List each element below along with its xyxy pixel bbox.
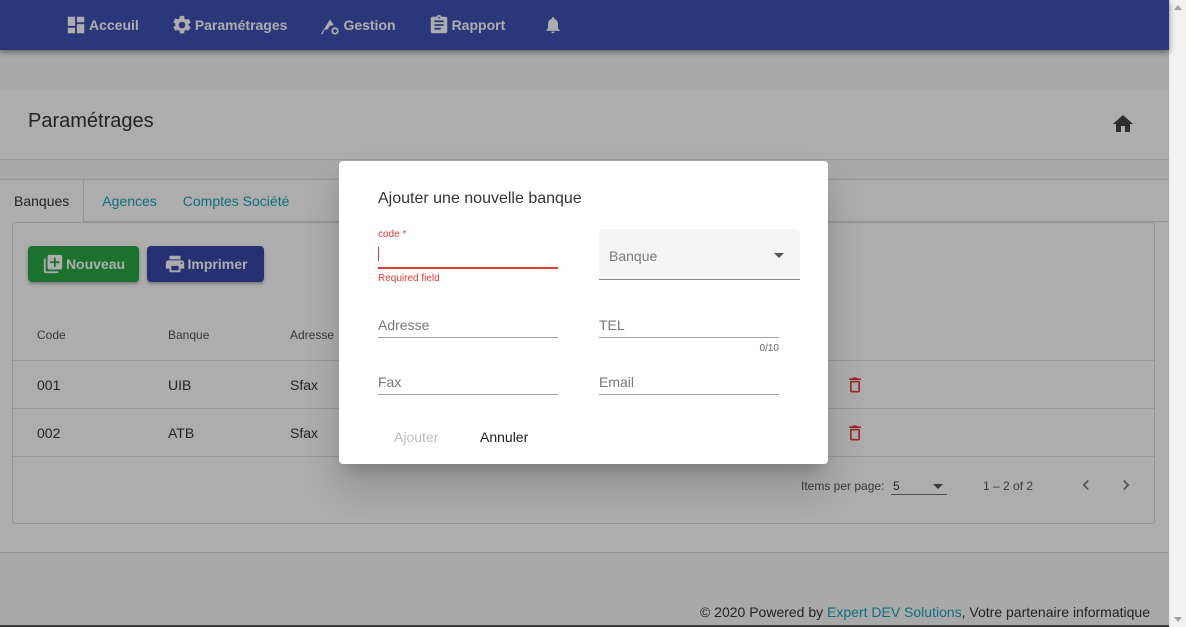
ajouter-button[interactable]: Ajouter: [394, 429, 438, 445]
annuler-button[interactable]: Annuler: [480, 429, 528, 445]
email-field[interactable]: Email: [599, 373, 779, 395]
adresse-placeholder: Adresse: [378, 317, 430, 333]
text-cursor: [378, 247, 379, 261]
page-scrollbar[interactable]: [1169, 0, 1186, 627]
fax-underline: [378, 394, 558, 395]
tel-char-counter: 0/10: [759, 343, 779, 354]
adresse-field[interactable]: Adresse: [378, 316, 558, 338]
email-underline: [599, 394, 779, 395]
banque-select-placeholder: Banque: [609, 248, 658, 264]
tel-field[interactable]: TEL 0/10: [599, 316, 779, 354]
adresse-underline: [378, 337, 558, 338]
code-field-underline: [378, 267, 558, 269]
email-placeholder: Email: [599, 374, 635, 390]
fax-placeholder: Fax: [378, 374, 402, 390]
dialog-title: Ajouter une nouvelle banque: [378, 190, 582, 207]
tel-placeholder: TEL: [599, 317, 625, 333]
scroll-down-icon[interactable]: [1174, 617, 1182, 622]
code-field-label: code *: [378, 229, 407, 240]
scroll-up-icon[interactable]: [1174, 5, 1182, 10]
add-bank-dialog: Ajouter une nouvelle banque code * Requi…: [339, 161, 828, 464]
dropdown-arrow-icon: [774, 253, 784, 258]
banque-select[interactable]: Banque: [599, 229, 800, 280]
tel-underline: [599, 337, 779, 338]
code-field-error: Required field: [378, 273, 440, 284]
fax-field[interactable]: Fax: [378, 373, 558, 395]
